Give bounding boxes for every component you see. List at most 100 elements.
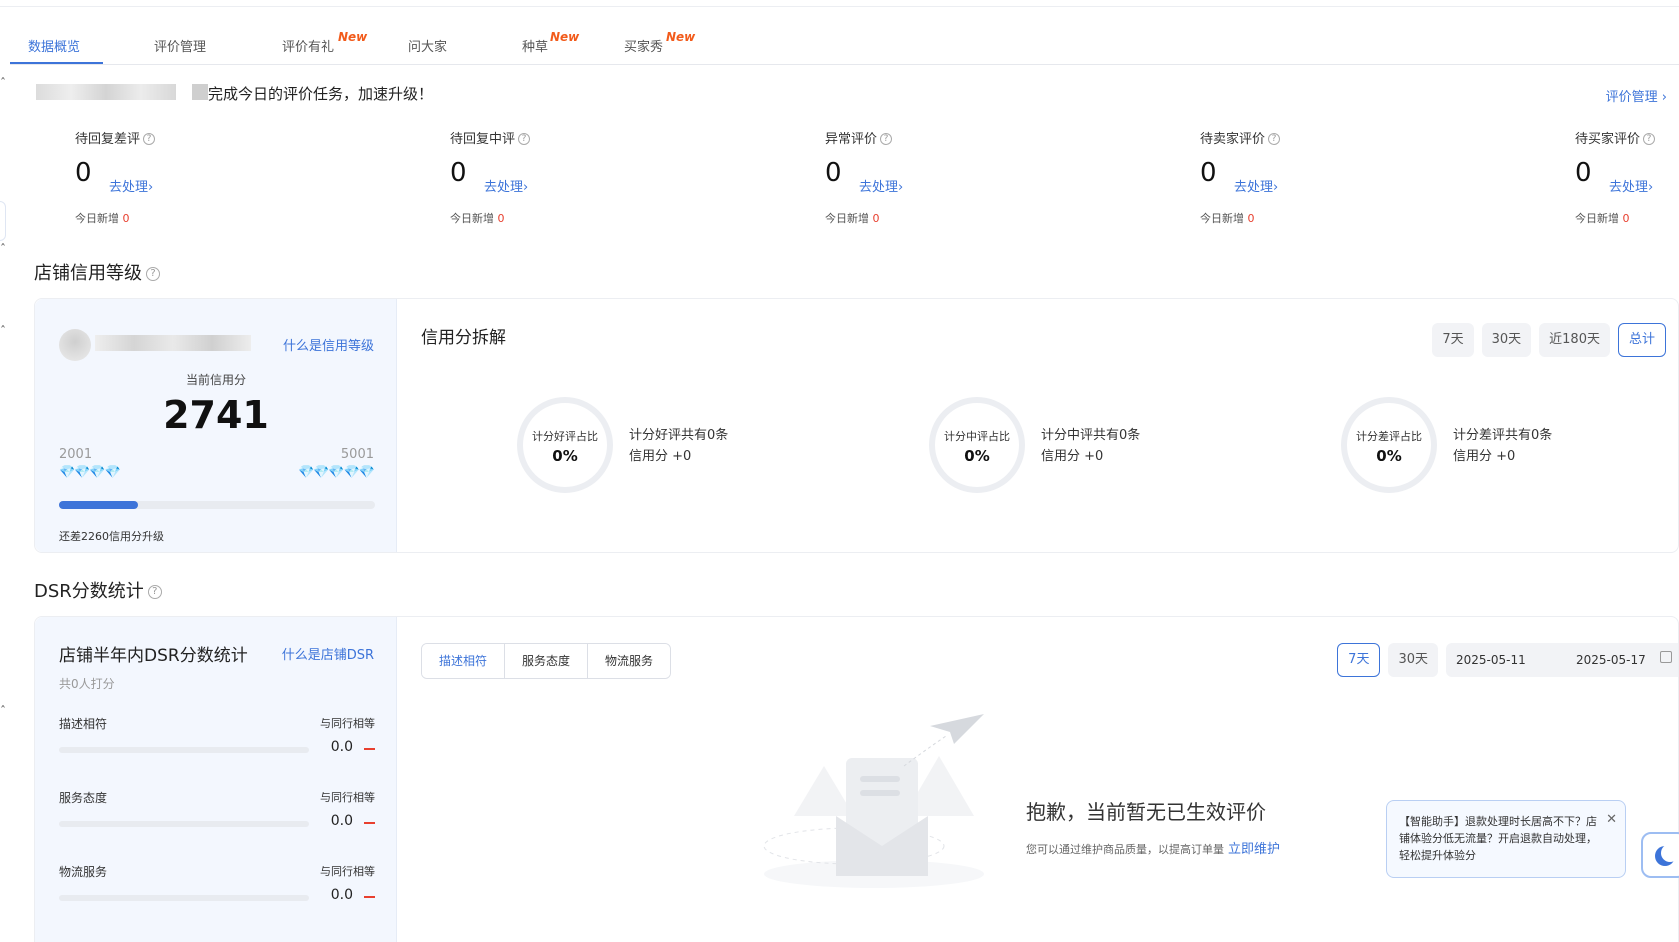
range-total-button[interactable]: 总计 [1617,323,1666,357]
ring-label: 计分差评占比 [1356,430,1422,443]
stat-value: 0 [825,158,842,188]
top-tab-bar: 数据概览 评价管理 评价有礼 New 问大家 种草 New 买家秀 New [10,20,1679,65]
help-icon[interactable]: ? [146,267,160,281]
help-icon[interactable]: ? [518,132,531,145]
credit-panel: 什么是信用等级 当前信用分 2741 2001 5001 💎💎💎💎 💎💎💎💎💎 … [34,298,1679,553]
handle-link[interactable]: 去处理› [1234,176,1278,195]
upgrade-need-text: 还差2260信用分升级 [59,530,164,543]
dsr-summary-card: 店铺半年内DSR分数统计 什么是店铺DSR 共0人打分 描述相符 与同行相等 0… [35,617,397,942]
handle-link[interactable]: 去处理› [484,176,528,195]
current-credit-label: 当前信用分 [185,373,246,387]
what-is-credit-link[interactable]: 什么是信用等级 [283,335,374,354]
collapse-caret-icon[interactable]: ˆ [0,704,6,718]
side-handle[interactable] [0,201,6,241]
dsr-item-service: 服务态度 与同行相等 0.0 [59,789,375,849]
diamond-icon-current: 💎💎💎💎 [59,465,121,480]
dsr-item-logistics: 物流服务 与同行相等 0.0 [59,863,375,923]
tab-service-attitude[interactable]: 服务态度 [505,644,589,678]
range-30d-button[interactable]: 30天 [1481,323,1532,357]
tab-data-overview[interactable]: 数据概览 [28,36,80,55]
handle-link[interactable]: 去处理› [109,176,153,195]
stat-value: 0 [450,158,467,188]
dsr-section-title: DSR分数统计? [34,577,162,603]
help-icon[interactable]: ? [1268,132,1281,145]
credit-progress-fill [59,501,138,509]
close-icon[interactable]: ✕ [1606,811,1617,828]
range-7d-button[interactable]: 7天 [1337,643,1381,677]
today-value: 0 [122,212,130,225]
range-7d-button[interactable]: 7天 [1432,323,1474,357]
dsr-item-bar [59,895,309,901]
help-icon[interactable]: ? [147,585,162,599]
tab-review-management[interactable]: 评价管理 [154,36,206,55]
greeting-text: 完成今日的评价任务，加速升级！ [208,85,434,103]
today-label: 今日新增 [1575,212,1623,225]
maintain-now-link[interactable]: 立即维护 [1228,842,1280,857]
handle-link[interactable]: 去处理› [1609,176,1653,195]
ring-detail-line: 计分中评共有0条 [1041,428,1141,443]
date-range-picker[interactable]: 2025-05-11 2025-05-17 [1446,643,1678,677]
empty-sub-text: 您可以通过维护商品质量，以提高订单量 [1026,843,1224,856]
ring-value: 0% [964,447,990,465]
top-divider [0,6,1679,7]
tab-review-gift[interactable]: 评价有礼 New [282,30,367,55]
collapse-caret-icon[interactable]: ˆ [0,76,6,90]
tab-label: 种草 [522,40,549,55]
tab-label: 问大家 [408,40,448,55]
review-management-link[interactable]: 评价管理 › [1606,86,1667,105]
today-value: 0 [1622,212,1630,225]
tab-buyer-show[interactable]: 买家秀 New [624,30,695,55]
stat-value: 0 [75,158,92,188]
range-180d-button[interactable]: 近180天 [1539,323,1610,357]
today-value: 0 [872,212,880,225]
today-new: 今日新增 0 [825,210,880,226]
what-is-dsr-link[interactable]: 什么是店铺DSR [282,644,374,663]
avatar [59,329,91,361]
today-new: 今日新增 0 [1575,210,1630,226]
today-new: 今日新增 0 [450,210,505,226]
today-label: 今日新增 [450,212,498,225]
section-title-text: DSR分数统计 [34,581,144,602]
help-icon[interactable]: ? [143,132,156,145]
neutral-detail: 计分中评共有0条 信用分 +0 [1041,425,1140,467]
handle-link[interactable]: 去处理› [859,176,903,195]
tab-seeding[interactable]: 种草 New [522,30,579,55]
ring-label: 计分中评占比 [944,430,1010,443]
stat-label: 待回复中评 [450,132,516,147]
tab-description-match[interactable]: 描述相符 [422,644,506,678]
dsr-item-description: 描述相符 与同行相等 0.0 [59,715,375,775]
credit-section-title: 店铺信用等级? [34,259,160,285]
assistant-moon-icon[interactable] [1641,832,1679,878]
today-new: 今日新增 0 [75,210,130,226]
collapse-caret-icon[interactable]: ˆ [0,324,6,338]
negative-detail: 计分差评共有0条 信用分 +0 [1453,425,1552,467]
new-badge: New [666,30,696,44]
blurred-shop-name [95,335,251,351]
current-credit-score: 2741 [163,393,269,437]
stat-label: 待卖家评价 [1200,132,1266,147]
stat-pending-buyer: 待买家评价? 0 去处理› 今日新增 0 [1575,128,1679,225]
ring-detail-line: 计分好评共有0条 [629,428,729,443]
stat-pending-seller: 待卖家评价? 0 去处理› 今日新增 0 [1200,128,1440,225]
credit-summary-card: 什么是信用等级 当前信用分 2741 2001 5001 💎💎💎💎 💎💎💎💎💎 … [35,299,397,552]
ring-detail-line: 信用分 +0 [1041,449,1104,464]
today-new: 今日新增 0 [1200,210,1255,226]
dsr-item-compare: 与同行相等 [320,717,375,730]
tab-ask-everyone[interactable]: 问大家 [408,36,447,55]
dsr-item-compare: 与同行相等 [320,791,375,804]
today-label: 今日新增 [75,212,123,225]
tab-logistics-service[interactable]: 物流服务 [588,644,671,678]
help-icon[interactable]: ? [1643,132,1656,145]
collapse-caret-icon[interactable]: ˆ [0,242,6,256]
today-value: 0 [497,212,505,225]
ring-detail-line: 信用分 +0 [1453,449,1516,464]
assistant-tip-text: 【智能助手】退款处理时长居高不下？店铺体验分低无流量？开启退款自动处理，轻松提升… [1399,815,1597,862]
stat-pending-neutral: 待回复中评? 0 去处理› 今日新增 0 [450,128,690,225]
new-badge: New [338,30,368,44]
help-icon[interactable]: ? [880,132,893,145]
negative-ratio-ring: 计分差评占比 0% [1341,397,1437,493]
range-30d-button[interactable]: 30天 [1388,643,1438,677]
page: ˆ ˆ ˆ ˆ 数据概览 评价管理 评价有礼 New 问大家 种草 New 买家秀 N… [0,0,1679,942]
dsr-panel-title: 店铺半年内DSR分数统计 [59,646,248,666]
credit-progress-bar [59,501,375,509]
